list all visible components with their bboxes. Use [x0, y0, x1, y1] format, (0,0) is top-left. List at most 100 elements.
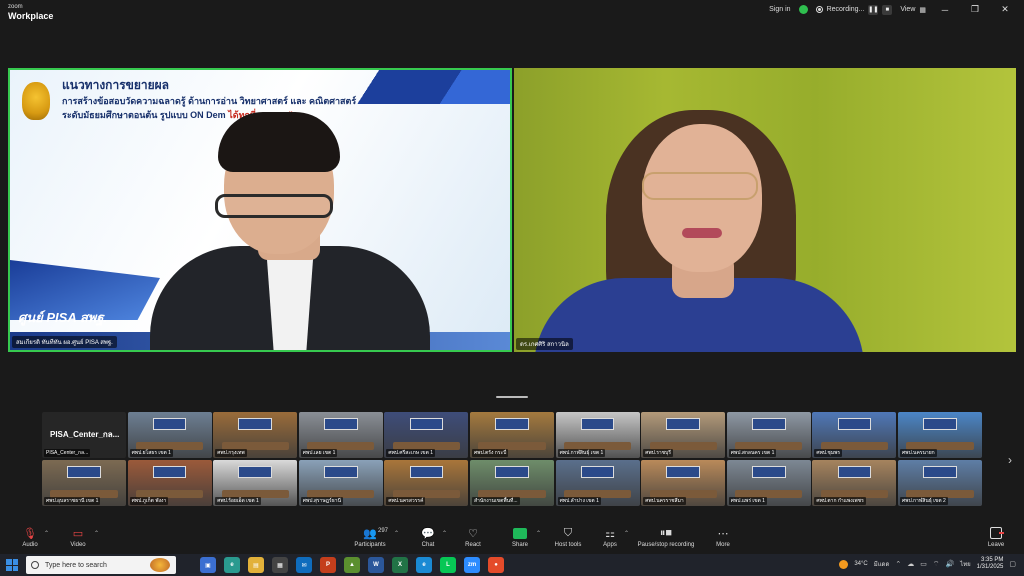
participants-button[interactable]: 👥 297 Participants ⌃: [340, 526, 400, 549]
volume-icon[interactable]: 🔊: [945, 560, 954, 568]
gallery-tile[interactable]: ศพป.สกลนคร เขต 1: [726, 412, 811, 458]
taskbar-apps: ▣ e ▤ ▦ ✉ P ▲ W X e L zm ●: [200, 557, 504, 573]
gallery-tile[interactable]: ศพป.กรุงเทพ: [213, 412, 298, 458]
recording-indicator: Recording... ❚❚ ■: [815, 4, 893, 15]
battery-icon[interactable]: ▭: [920, 560, 927, 568]
leave-button[interactable]: Leave: [968, 526, 1024, 548]
stop-recording-icon[interactable]: ■: [882, 4, 893, 15]
room-screen: [666, 418, 700, 430]
gallery-tile[interactable]: ศพป.ชุมพร: [812, 412, 897, 458]
video-button[interactable]: ▭ Video ⌃: [48, 526, 108, 549]
view-button[interactable]: View ▦: [900, 6, 926, 14]
network-icon[interactable]: ⌔: [933, 560, 940, 569]
brand-small: zoom: [8, 4, 23, 10]
room-screen: [837, 418, 872, 430]
gallery-tile-label: ศพป.อุบลราชธานี เขต 1: [44, 497, 101, 505]
gallery-tile[interactable]: ศพป.นครนายก: [898, 412, 982, 458]
gallery-tile-label: PISA_Center_กล...: [44, 449, 91, 457]
gallery-tile[interactable]: ศพป.นครราชสีมา: [641, 460, 726, 506]
participant-name-tag: ดร.เกศศิริ สกาวนิล: [516, 338, 573, 350]
notifications-icon[interactable]: ▢: [1009, 560, 1016, 568]
gallery-next-page-icon[interactable]: ›: [1008, 453, 1012, 467]
gallery-tile-label: สำนักงานเขตพื้นที่...: [472, 497, 520, 505]
taskbar-clock[interactable]: 3:35 PM 1/31/2025: [977, 557, 1004, 571]
room-screen: [751, 466, 786, 478]
excel-icon[interactable]: X: [392, 557, 408, 573]
chrome-icon[interactable]: ●: [488, 557, 504, 573]
file-explorer-icon[interactable]: ▤: [248, 557, 264, 573]
line-icon[interactable]: L: [440, 557, 456, 573]
sign-in-link[interactable]: Sign in: [769, 6, 790, 13]
gallery-tile[interactable]: ศพป.สุราษฎร์ธานี: [298, 460, 383, 506]
photos-icon[interactable]: ▲: [344, 557, 360, 573]
more-icon: ⋯: [717, 527, 729, 540]
gallery-tile-label: ศพป.ภูเก็ต พังงา: [129, 497, 169, 505]
gallery-tile[interactable]: ศพป.แพร่ เขต 1: [726, 460, 811, 506]
more-button[interactable]: ⋯ More: [693, 526, 753, 549]
gallery-tile[interactable]: PISA_Center_กล... PISA_Center_กล...: [42, 412, 126, 458]
gallery-tile-label: ศพป.ตาก กำแพงเพชร: [814, 497, 866, 505]
speaker-hair: [218, 112, 340, 172]
gallery-tile[interactable]: ศพป.กาฬสินธุ์ เขต 2: [898, 460, 982, 506]
room-screen: [67, 466, 101, 478]
gallery-tile[interactable]: ศพป.เลย เขต 1: [298, 412, 383, 458]
gallery-tile-label: ศพป.ลำปาง เขต 1: [557, 497, 601, 505]
gallery-tile-label: ศพป.นครสวรรค์: [386, 497, 426, 505]
gallery-tile[interactable]: ศพป.นครสวรรค์: [384, 460, 469, 506]
room-screen: [837, 466, 872, 478]
system-tray: 34°C มีแดด ⌃ ☁ ▭ ⌔ 🔊 ไทย 3:35 PM 1/31/20…: [839, 557, 1016, 571]
powerpoint-icon[interactable]: P: [320, 557, 336, 573]
video-tile-active-speaker[interactable]: แนวทางการขยายผล การสร้างข้อสอบวัดความฉลา…: [8, 68, 512, 352]
edge-icon[interactable]: e: [416, 557, 432, 573]
gallery-tile[interactable]: ศพป.ตรัง กระบี่: [470, 412, 554, 458]
search-highlight-icon: [150, 558, 170, 572]
title-bar-controls: Sign in Recording... ❚❚ ■ View ▦ ─ ❐ ✕: [769, 4, 1016, 15]
store-icon[interactable]: ▦: [272, 557, 288, 573]
participants-label: Participants: [354, 542, 386, 548]
more-label: More: [716, 542, 730, 548]
gallery-resize-handle[interactable]: [496, 396, 528, 398]
task-view-icon[interactable]: ▣: [200, 557, 216, 573]
gallery-tile[interactable]: สำนักงานเขตพื้นที่...: [470, 460, 554, 506]
taskbar-search-input[interactable]: Type here to search: [26, 556, 176, 574]
gallery-tile-label: ศพป.นครราชสีมา: [643, 497, 686, 505]
slide-banner-text: ศูนย์ PISA สพฐ.: [18, 310, 108, 325]
minimize-icon[interactable]: ─: [934, 5, 956, 15]
room-screen: [238, 418, 272, 430]
room-screen: [152, 418, 187, 430]
zoom-taskbar-icon[interactable]: zm: [464, 557, 480, 573]
windows-start-icon[interactable]: [6, 559, 18, 571]
pause-recording-icon[interactable]: ❚❚: [868, 4, 878, 15]
leave-icon: [968, 526, 1024, 540]
recording-label: Recording...: [826, 6, 865, 13]
leave-label: Leave: [987, 542, 1005, 548]
clock-date: 1/31/2025: [976, 564, 1004, 570]
gallery-tile[interactable]: ศพป.ราชบุรี: [641, 412, 726, 458]
mail-icon[interactable]: ✉: [296, 557, 312, 573]
gallery-tile[interactable]: ศพป.กาฬสินธุ์ เขต 1: [555, 412, 640, 458]
title-bar: zoom Workplace Sign in Recording... ❚❚ ■…: [0, 0, 1024, 22]
weather-sun-icon[interactable]: [839, 559, 849, 569]
input-language[interactable]: ไทย: [960, 559, 971, 569]
show-hidden-icons-chevron-icon[interactable]: ⌃: [895, 560, 901, 568]
gallery-tile[interactable]: ศพป.ตาก กำแพงเพชร: [812, 460, 897, 506]
video-options-chevron-icon[interactable]: ⌃: [94, 530, 99, 537]
obec-emblem-icon: [22, 82, 50, 120]
security-shield-icon[interactable]: [798, 5, 808, 14]
gallery-tile-label: ศพป.เลย เขต 1: [300, 449, 338, 457]
room-screen: [580, 418, 615, 430]
gallery-tile[interactable]: ศพป.อุบลราชธานี เขต 1: [42, 460, 126, 506]
gallery-tile[interactable]: ศพป.ศรีสะเกษ เขต 1: [384, 412, 469, 458]
restore-icon[interactable]: ❐: [964, 4, 986, 15]
gallery-tile[interactable]: ศพป.ภูเก็ต พังงา: [127, 460, 212, 506]
close-icon[interactable]: ✕: [994, 4, 1016, 15]
edge-browser-icon[interactable]: e: [224, 557, 240, 573]
gallery-tile[interactable]: ศพป.ยโสธร เขต 1: [127, 412, 212, 458]
word-icon[interactable]: W: [368, 557, 384, 573]
gallery-tile[interactable]: ศพป.ลำปาง เขต 1: [555, 460, 640, 506]
gallery-tile[interactable]: ศพป.ร้อยเอ็ด เขต 1: [213, 460, 298, 506]
gallery-tile-label: ศพป.ร้อยเอ็ด เขต 1: [215, 497, 261, 505]
video-tile-participant[interactable]: ดร.เกศศิริ สกาวนิล: [514, 68, 1016, 352]
onedrive-icon[interactable]: ☁: [907, 560, 914, 568]
room-screen: [495, 466, 529, 478]
